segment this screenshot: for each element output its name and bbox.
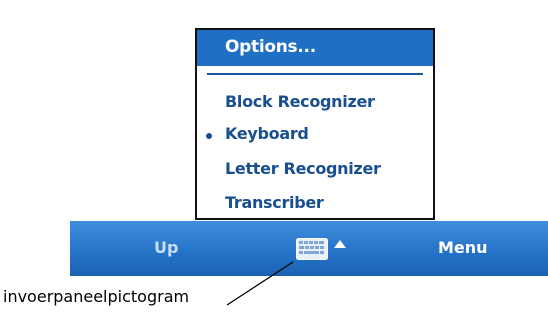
- menu-item-label: Transcriber: [225, 193, 324, 212]
- options-label: Options...: [225, 37, 316, 57]
- menu-item-keyboard[interactable]: Keyboard: [225, 124, 309, 143]
- menu-divider: [207, 73, 423, 75]
- menu-item-block-recognizer[interactable]: Block Recognizer: [225, 92, 375, 111]
- selected-bullet-icon: [206, 133, 212, 139]
- menu-softkey[interactable]: Menu: [438, 238, 488, 257]
- menu-item-label: Keyboard: [225, 124, 309, 143]
- callout-label: invoerpaneelpictogram: [3, 287, 190, 306]
- up-softkey[interactable]: Up: [154, 238, 178, 257]
- arrow-up-icon[interactable]: [333, 239, 347, 249]
- menu-item-label: Letter Recognizer: [225, 159, 381, 178]
- menu-item-label: Block Recognizer: [225, 92, 375, 111]
- options-menu-item[interactable]: Options...: [197, 30, 433, 66]
- input-method-menu: Options... Block Recognizer Keyboard Let…: [195, 28, 435, 220]
- menu-item-transcriber[interactable]: Transcriber: [225, 193, 324, 212]
- keyboard-icon[interactable]: [296, 238, 328, 260]
- menu-item-letter-recognizer[interactable]: Letter Recognizer: [225, 159, 381, 178]
- soft-key-bar: Up Menu: [70, 221, 548, 276]
